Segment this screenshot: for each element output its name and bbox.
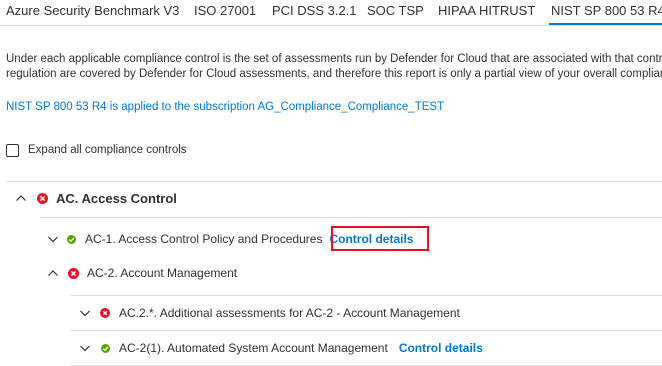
chevron-down-icon[interactable] [78, 306, 92, 320]
applied-subscription-link[interactable]: NIST SP 800 53 R4 is applied to the subs… [6, 100, 444, 115]
active-tab-indicator [549, 23, 662, 25]
subcontrol-title: AC.2.*. Additional assessments for AC-2 … [119, 306, 460, 320]
passed-status-icon [67, 234, 76, 244]
description-line-1: Under each applicable compliance control… [6, 53, 662, 65]
subcontrol-title: AC-2(1). Automated System Account Manage… [119, 341, 388, 355]
chevron-down-icon[interactable] [78, 341, 92, 355]
control-title: AC-2. Account Management [87, 266, 238, 280]
control-title: AC-1. Access Control Policy and Procedur… [85, 232, 323, 246]
tab-nist-sp-800-53[interactable]: NIST SP 800 53 R4 [551, 3, 662, 19]
subcontrol-row-ac-2-additional: AC.2.*. Additional assessments for AC-2 … [78, 305, 460, 321]
failed-status-icon [68, 267, 79, 279]
description: Under each applicable compliance control… [6, 52, 662, 82]
chevron-up-icon[interactable] [14, 191, 28, 205]
passed-status-icon [101, 343, 110, 353]
divider [70, 295, 662, 296]
tab-soc-tsp[interactable]: SOC TSP [367, 3, 424, 19]
tab-iso-27001[interactable]: ISO 27001 [194, 3, 256, 19]
tab-hipaa-hitrust[interactable]: HIPAA HITRUST [438, 3, 535, 19]
divider [6, 181, 662, 182]
standards-tab-bar: Azure Security Benchmark V3 ISO 27001 PC… [0, 0, 662, 26]
expand-all-checkbox[interactable] [6, 143, 19, 157]
tab-azure-security-benchmark[interactable]: Azure Security Benchmark V3 [6, 3, 179, 19]
chevron-up-icon[interactable] [46, 266, 60, 280]
tab-pci-dss[interactable]: PCI DSS 3.2.1 [272, 3, 357, 19]
description-line-2: regulation are covered by Defender for C… [6, 68, 662, 80]
section-title: AC. Access Control [56, 190, 177, 206]
expand-all-row: Expand all compliance controls [6, 142, 187, 158]
chevron-down-icon[interactable] [46, 232, 60, 246]
control-row-ac-2: AC-2. Account Management [46, 265, 237, 281]
highlight-box [331, 226, 429, 251]
divider [40, 217, 662, 218]
subcontrol-row-ac-2-1: AC-2(1). Automated System Account Manage… [78, 340, 483, 356]
section-row-access-control: AC. Access Control [14, 190, 177, 206]
expand-all-label: Expand all compliance controls [28, 144, 187, 156]
failed-status-icon [37, 192, 48, 204]
divider [70, 330, 662, 331]
control-details-link[interactable]: Control details [399, 341, 483, 355]
failed-status-icon [100, 308, 110, 318]
compliance-page: Azure Security Benchmark V3 ISO 27001 PC… [0, 0, 662, 366]
